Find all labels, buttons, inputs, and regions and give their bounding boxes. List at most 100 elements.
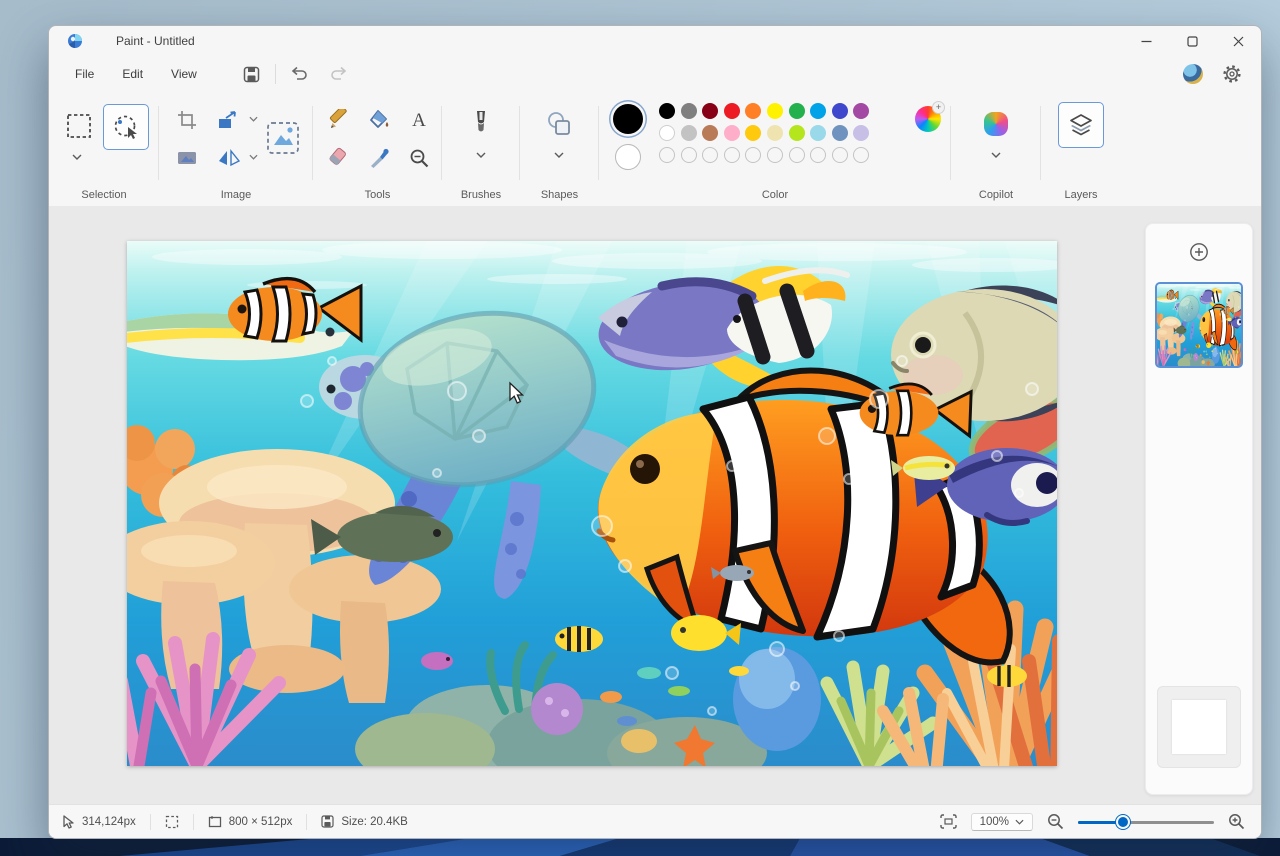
svg-text:A: A	[412, 110, 426, 130]
palette-color-swatch[interactable]	[724, 125, 740, 141]
canvas-size-icon	[208, 815, 222, 829]
pencil-icon	[328, 109, 350, 131]
palette-color-swatch[interactable]	[681, 125, 697, 141]
foreground-color-swatch[interactable]	[613, 104, 643, 134]
layers-icon	[1068, 112, 1094, 138]
palette-color-swatch[interactable]	[702, 103, 718, 119]
palette-empty-slot[interactable]	[810, 147, 826, 163]
palette-color-swatch[interactable]	[789, 125, 805, 141]
color-palette	[659, 103, 869, 163]
group-label-tools: Tools	[313, 189, 442, 201]
minimize-button[interactable]	[1123, 26, 1169, 56]
crop-icon	[177, 110, 197, 130]
add-layer-button[interactable]	[1187, 240, 1211, 264]
palette-color-swatch[interactable]	[681, 103, 697, 119]
rectangle-select-button[interactable]	[59, 106, 99, 146]
shapes-button[interactable]	[539, 104, 579, 144]
palette-empty-slot[interactable]	[853, 147, 869, 163]
background-color-swatch[interactable]	[615, 144, 641, 170]
color-picker-button[interactable]	[361, 140, 397, 176]
palette-color-swatch[interactable]	[767, 125, 783, 141]
menu-view[interactable]: View	[157, 61, 211, 87]
palette-color-swatch[interactable]	[745, 103, 761, 119]
palette-empty-slot[interactable]	[745, 147, 761, 163]
maximize-button[interactable]	[1169, 26, 1215, 56]
palette-empty-slot[interactable]	[789, 147, 805, 163]
zoom-to-fit-icon[interactable]	[940, 814, 957, 829]
palette-empty-slot[interactable]	[724, 147, 740, 163]
paint-app-icon	[67, 33, 83, 49]
remove-background-icon	[266, 121, 300, 155]
copilot-chevron[interactable]	[991, 152, 1001, 158]
brushes-button[interactable]	[461, 104, 501, 144]
ribbon-toolbar: Selection	[49, 92, 1261, 206]
menubar: File Edit View	[49, 56, 1261, 92]
free-select-button[interactable]	[103, 104, 149, 150]
account-button[interactable]	[1183, 64, 1203, 84]
palette-empty-slot[interactable]	[767, 147, 783, 163]
eraser-button[interactable]	[321, 140, 357, 176]
canvas-size-value: 800 × 512px	[229, 816, 293, 828]
layer-thumbnail-artwork[interactable]	[1155, 282, 1243, 368]
palette-empty-slot[interactable]	[681, 147, 697, 163]
palette-color-swatch[interactable]	[789, 103, 805, 119]
palette-color-swatch[interactable]	[832, 125, 848, 141]
shapes-chevron[interactable]	[554, 152, 564, 158]
settings-gear-icon[interactable]	[1223, 65, 1241, 83]
menu-file[interactable]: File	[61, 61, 108, 87]
color-picker-icon	[368, 147, 390, 169]
palette-color-swatch[interactable]	[724, 103, 740, 119]
save-button[interactable]	[237, 61, 267, 87]
zoom-in-icon[interactable]	[1228, 813, 1245, 830]
crop-button[interactable]	[171, 104, 203, 136]
palette-empty-slot[interactable]	[832, 147, 848, 163]
rotate-button[interactable]	[171, 142, 203, 174]
zoom-out-icon[interactable]	[1047, 813, 1064, 830]
layers-button[interactable]	[1058, 102, 1104, 148]
magnifier-button[interactable]	[401, 140, 437, 176]
layer-thumbnail-background[interactable]	[1157, 686, 1241, 768]
zoom-slider[interactable]	[1078, 815, 1214, 829]
statusbar: 314,124px 800 × 512px	[49, 804, 1261, 838]
close-button[interactable]	[1215, 26, 1261, 56]
text-tool-icon: A	[409, 110, 429, 130]
group-label-color: Color	[599, 189, 951, 201]
ribbon-group-tools: A	[313, 92, 442, 206]
copilot-button[interactable]	[976, 104, 1016, 144]
remove-background-button[interactable]	[261, 116, 305, 160]
text-button[interactable]: A	[401, 102, 437, 138]
redo-button[interactable]	[324, 61, 354, 87]
palette-empty-slot[interactable]	[659, 147, 675, 163]
ribbon-group-brushes: Brushes	[442, 92, 520, 206]
palette-color-swatch[interactable]	[853, 103, 869, 119]
resize-button[interactable]	[213, 104, 245, 136]
brushes-chevron[interactable]	[476, 152, 486, 158]
zoom-level-dropdown[interactable]: 100%	[971, 813, 1033, 831]
edit-colors-wheel-icon[interactable]	[915, 106, 941, 132]
drawing-canvas[interactable]	[127, 241, 1057, 766]
palette-color-swatch[interactable]	[745, 125, 761, 141]
palette-color-swatch[interactable]	[659, 125, 675, 141]
fill-button[interactable]	[361, 102, 397, 138]
flip-button[interactable]	[213, 142, 245, 174]
palette-color-swatch[interactable]	[832, 103, 848, 119]
palette-color-swatch[interactable]	[853, 125, 869, 141]
zoom-slider-handle[interactable]	[1116, 815, 1130, 829]
palette-color-swatch[interactable]	[767, 103, 783, 119]
cursor-position-readout: 314,124px	[49, 815, 150, 829]
zoom-level-value: 100%	[980, 816, 1009, 828]
group-label-layers: Layers	[1041, 189, 1121, 201]
selection-dropdown-chevron[interactable]	[72, 154, 82, 160]
ribbon-group-color: Color	[599, 92, 951, 206]
menu-edit[interactable]: Edit	[108, 61, 157, 87]
palette-color-swatch[interactable]	[810, 125, 826, 141]
canvas-size-readout: 800 × 512px	[194, 815, 307, 829]
flip-chevron[interactable]	[249, 154, 258, 160]
undo-button[interactable]	[284, 61, 314, 87]
palette-color-swatch[interactable]	[810, 103, 826, 119]
palette-color-swatch[interactable]	[702, 125, 718, 141]
pencil-button[interactable]	[321, 102, 357, 138]
palette-color-swatch[interactable]	[659, 103, 675, 119]
palette-empty-slot[interactable]	[702, 147, 718, 163]
resize-chevron[interactable]	[249, 116, 258, 122]
